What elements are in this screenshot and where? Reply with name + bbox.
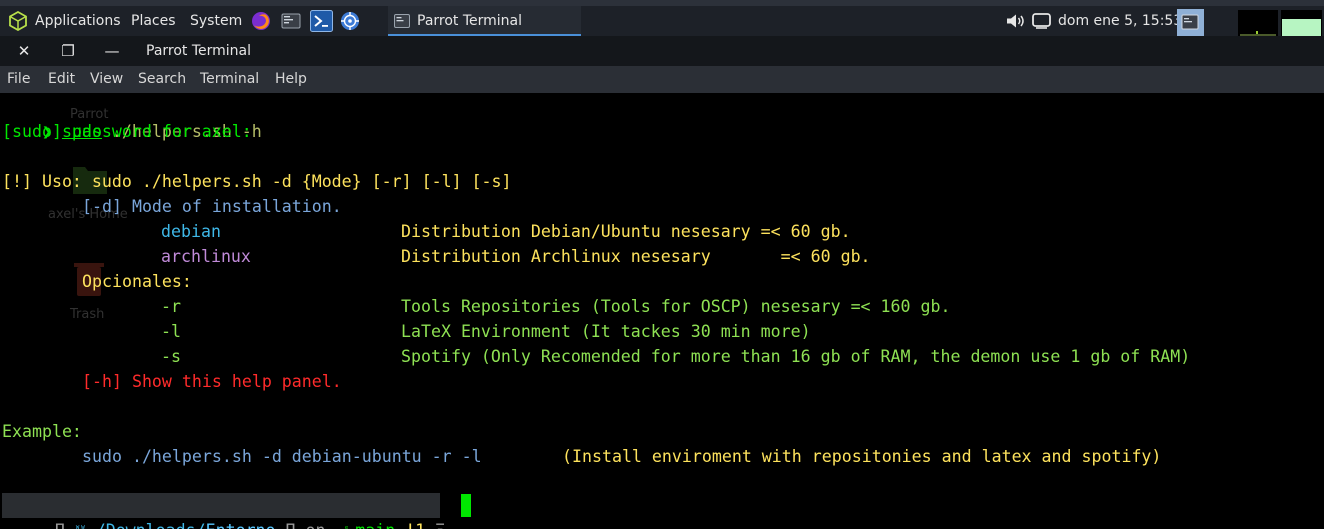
- top-panel: Applications Places System Parrot Termin…: [0, 0, 1324, 37]
- menu-terminal[interactable]: Terminal: [200, 66, 259, 93]
- close-icon[interactable]: ✕: [10, 36, 38, 66]
- git-icon: ᵉ: [344, 525, 349, 529]
- prompt-separator-icon: Π: [276, 521, 306, 529]
- volume-icon[interactable]: [1006, 13, 1026, 29]
- prompt-segments: ⌣Π ᵂᵂ~/Downloads/Entorno Π on ⎯ᵉ main !1 Ξ: [4, 493, 445, 529]
- example-command: sudo ./helpers.sh -d debian-ubuntu -r -l: [82, 447, 482, 466]
- firefox-icon[interactable]: [251, 11, 271, 31]
- usage-line: [!] Uso: sudo ./helpers.sh -d {Mode} [-r…: [2, 172, 512, 191]
- minimize-icon[interactable]: —: [98, 36, 126, 66]
- terminal-launcher-icon[interactable]: [281, 11, 301, 31]
- option-l-desc: LaTeX Environment (It tackes 30 min more…: [401, 322, 811, 341]
- menu-file[interactable]: File: [7, 66, 30, 93]
- window-title: Parrot Terminal: [146, 43, 252, 59]
- network-icon[interactable]: [340, 11, 360, 31]
- desktop-icon-label-trash: Trash: [70, 307, 105, 322]
- system-menu[interactable]: System: [190, 6, 242, 36]
- option-l: -l: [161, 322, 181, 341]
- folder-icon: ᵂᵂ: [75, 525, 86, 529]
- option-r-desc: Tools Repositories (Tools for OSCP) nese…: [401, 297, 951, 316]
- taskbar-label: Parrot Terminal: [417, 13, 523, 29]
- prompt-on: on: [306, 521, 326, 529]
- display-icon[interactable]: [1032, 13, 1051, 29]
- menu-edit[interactable]: Edit: [48, 66, 75, 93]
- menu-help[interactable]: Help: [275, 66, 307, 93]
- places-menu[interactable]: Places: [131, 6, 176, 36]
- menu-search[interactable]: Search: [138, 66, 186, 93]
- mode-arch-desc: Distribution Archlinux nesesary =< 60 gb…: [401, 247, 871, 266]
- taskbar-button-terminal[interactable]: Parrot Terminal: [388, 6, 581, 36]
- memory-monitor-icon: [1281, 10, 1322, 37]
- sudo-password-line: [sudo] password for axel:: [2, 122, 252, 141]
- prompt-end-icon: Ξ: [425, 521, 445, 529]
- prompt-start-icon: ⌣Π: [44, 521, 75, 529]
- prompt-git-status: !1: [405, 521, 425, 529]
- mode-arch: archlinux: [161, 247, 251, 266]
- menu-view[interactable]: View: [90, 66, 123, 93]
- terminal-output[interactable]: Parrot axel's Home Trash ❯ sudo ./helpers…: [0, 93, 1324, 529]
- prompt-path-dir: Entorno: [206, 521, 276, 529]
- workspace-switcher-icon[interactable]: [1177, 9, 1204, 36]
- prompt-path-prefix: ~/Downloads/: [86, 521, 206, 529]
- mode-debian-desc: Distribution Debian/Ubuntu nesesary =< 6…: [401, 222, 851, 241]
- terminal-icon: [394, 14, 410, 28]
- powershell-icon[interactable]: [310, 10, 333, 32]
- cpu-monitor-icon: [1238, 10, 1278, 37]
- optionals-header: Opcionales:: [82, 272, 192, 291]
- option-h-line: [-h] Show this help panel.: [82, 372, 342, 391]
- git-branch-icon: ⎯: [326, 521, 344, 529]
- example-description: (Install enviroment with repositonies an…: [562, 447, 1162, 466]
- parrot-menu-icon[interactable]: [8, 11, 28, 31]
- mode-debian: debian: [161, 222, 221, 241]
- maximize-icon[interactable]: ❐: [54, 36, 82, 66]
- example-label: Example:: [2, 422, 82, 441]
- command-line: ❯ sudo ./helpers.sh -h: [2, 94, 262, 141]
- option-r: -r: [161, 297, 181, 316]
- window-title-bar: ✕ ❐ — Parrot Terminal: [0, 36, 1324, 66]
- option-d-line: [-d] Mode of installation.: [82, 197, 342, 216]
- option-s: -s: [161, 347, 181, 366]
- clock[interactable]: dom ene 5, 15:53: [1058, 6, 1182, 36]
- terminal-cursor: [461, 494, 471, 517]
- option-s-desc: Spotify (Only Recomended for more than 1…: [401, 347, 1191, 366]
- prompt-branch: main: [355, 521, 395, 529]
- menu-bar: File Edit View Search Terminal Help: [0, 66, 1324, 93]
- applications-menu[interactable]: Applications: [35, 6, 121, 36]
